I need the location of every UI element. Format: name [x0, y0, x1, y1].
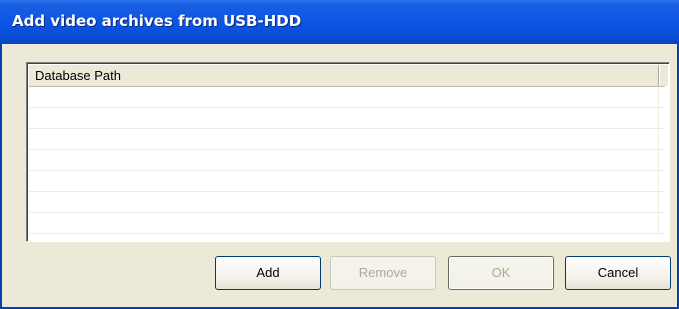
empty-list-row[interactable]	[29, 192, 665, 213]
remove-button[interactable]: Remove	[330, 256, 436, 290]
window-title: Add video archives from USB-HDD	[12, 12, 302, 30]
column-header-database-path[interactable]: Database Path	[29, 65, 659, 86]
column-divider	[658, 213, 659, 234]
column-divider	[658, 129, 659, 150]
dialog-window: Add video archives from USB-HDD Database…	[0, 0, 679, 309]
database-path-list[interactable]: Database Path	[26, 62, 670, 242]
empty-list-row[interactable]	[29, 87, 665, 108]
empty-list-row[interactable]	[29, 108, 665, 129]
column-header-filler	[659, 65, 668, 86]
empty-list-row[interactable]	[29, 129, 665, 150]
empty-list-row[interactable]	[29, 150, 665, 171]
column-divider	[658, 108, 659, 129]
column-divider	[658, 171, 659, 192]
list-header: Database Path	[29, 65, 668, 87]
cancel-button[interactable]: Cancel	[565, 256, 671, 290]
column-divider	[658, 87, 659, 108]
column-divider	[658, 150, 659, 171]
add-button[interactable]: Add	[215, 256, 321, 290]
list-rows	[29, 87, 665, 239]
empty-list-row[interactable]	[29, 213, 665, 234]
ok-button[interactable]: OK	[448, 256, 554, 290]
title-bar[interactable]: Add video archives from USB-HDD	[0, 0, 679, 44]
empty-list-row[interactable]	[29, 171, 665, 192]
column-divider	[658, 192, 659, 213]
